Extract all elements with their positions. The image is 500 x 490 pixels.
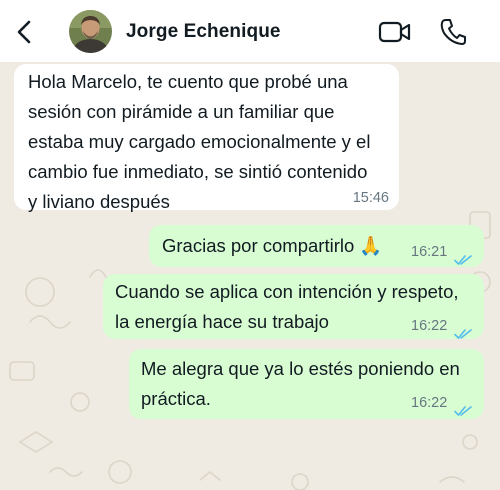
message-timestamp: 16:22 bbox=[411, 395, 448, 411]
message-timestamp: 16:21 bbox=[411, 244, 448, 260]
avatar[interactable] bbox=[69, 10, 112, 53]
message-bubble-incoming[interactable]: Hola Marcelo, te cuento que probé una se… bbox=[14, 64, 399, 212]
message-timestamp: 16:22 bbox=[411, 318, 448, 334]
double-check-icon bbox=[454, 319, 473, 339]
message-bubble-outgoing[interactable]: Gracias por compartirlo 🙏 16:21 bbox=[149, 225, 484, 267]
message-text: Gracias por compartirlo 🙏 bbox=[162, 235, 383, 256]
message-text: Cuando se aplica con intención y respeto… bbox=[115, 281, 459, 332]
message-timestamp: 15:46 bbox=[352, 190, 389, 206]
chevron-left-icon[interactable] bbox=[14, 19, 36, 45]
double-check-icon bbox=[454, 396, 473, 416]
chat-header: Jorge Echenique bbox=[0, 0, 500, 62]
contact-name[interactable]: Jorge Echenique bbox=[126, 21, 281, 43]
double-check-icon bbox=[454, 245, 473, 265]
phone-icon[interactable] bbox=[440, 17, 466, 45]
message-bubble-outgoing[interactable]: Me alegra que ya lo estés poniendo en pr… bbox=[129, 349, 484, 419]
video-camera-icon[interactable] bbox=[378, 20, 412, 44]
message-bubble-outgoing[interactable]: Cuando se aplica con intención y respeto… bbox=[103, 274, 484, 339]
message-list[interactable]: Hola Marcelo, te cuento que probé una se… bbox=[0, 62, 500, 490]
message-text: Hola Marcelo, te cuento que probé una se… bbox=[28, 71, 371, 212]
